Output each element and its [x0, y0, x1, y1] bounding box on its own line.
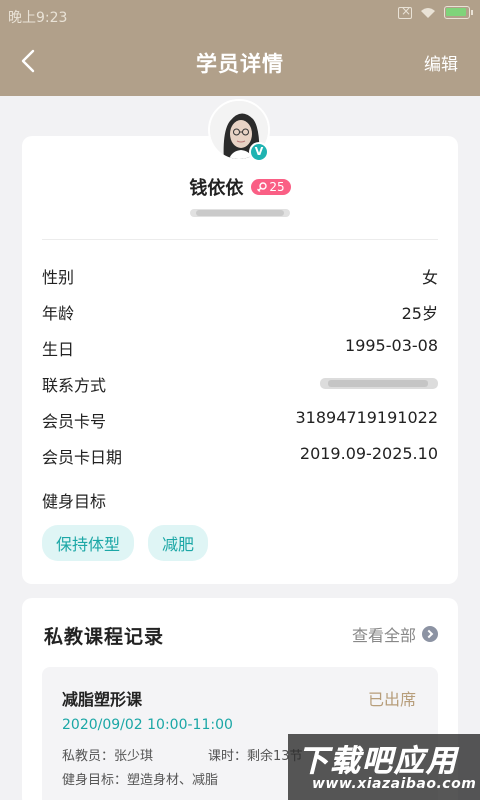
watermark-main-text: 下载吧应用 — [298, 744, 458, 780]
header-bar: 晚上9:23 学员详情 编辑 — [0, 0, 480, 96]
goal-tag: 减肥 — [148, 525, 209, 561]
wifi-icon — [421, 7, 435, 18]
gender-age-badge: 25 — [251, 179, 291, 195]
info-row-card-date: 会员卡日期 2019.09-2025.10 — [42, 444, 438, 468]
view-all-link[interactable]: 查看全部 — [352, 622, 438, 646]
info-row-birthday: 生日 1995-03-08 — [42, 336, 438, 360]
status-bar: 晚上9:23 — [0, 0, 480, 30]
card-number-value: 31894719191022 — [295, 408, 438, 427]
edit-button[interactable]: 编辑 — [424, 50, 458, 75]
profile-card: 钱依依 25 性别 女 年龄 25岁 生日 1995-03-08 联系方式 会员… — [22, 136, 458, 584]
divider — [42, 239, 438, 240]
info-row-card-number: 会员卡号 31894719191022 — [42, 408, 438, 432]
status-icons — [398, 4, 473, 19]
female-icon — [257, 182, 268, 192]
birthday-value: 1995-03-08 — [345, 336, 438, 355]
coach-name: 私教员：张少琪 — [62, 749, 154, 764]
age-badge-text: 25 — [269, 180, 285, 194]
blurred-account-id — [190, 209, 290, 217]
verified-badge: V — [249, 142, 269, 162]
watermark-logo: 下载吧应用 www.xiazaibao.com — [288, 734, 480, 800]
student-name: 钱依依 — [189, 178, 244, 199]
page-title: 学员详情 — [196, 52, 284, 76]
info-row-gender: 性别 女 — [42, 264, 438, 288]
contact-label: 联系方式 — [42, 376, 107, 395]
fitness-goal-title: 健身目标 — [42, 492, 107, 511]
birthday-label: 生日 — [42, 340, 75, 359]
gender-label: 性别 — [42, 268, 75, 287]
name-row: 钱依依 25 — [22, 174, 458, 200]
watermark-url: www.xiazaibao.com — [312, 776, 477, 792]
age-label: 年龄 — [42, 304, 75, 323]
view-all-label: 查看全部 — [351, 626, 416, 645]
status-time: 晚上9:23 — [8, 10, 68, 26]
chevron-right-icon — [422, 626, 438, 642]
course-name: 减脂塑形课 — [62, 690, 143, 709]
attendance-status: 已出席 — [367, 690, 416, 709]
card-number-label: 会员卡号 — [42, 412, 107, 431]
age-value: 25岁 — [401, 304, 438, 323]
info-row-age: 年龄 25岁 — [42, 300, 438, 324]
section-title: 私教课程记录 — [44, 626, 165, 648]
info-row-contact: 联系方式 — [42, 372, 438, 396]
course-time: 2020/09/02 10:00-11:00 — [62, 717, 233, 733]
goal-tags: 保持体型 减肥 — [42, 525, 209, 561]
battery-icon — [444, 6, 473, 19]
course-goals: 健身目标：塑造身材、减脂 — [62, 773, 219, 788]
blurred-phone-number[interactable] — [320, 377, 438, 390]
sim-icon — [398, 4, 412, 19]
card-date-value: 2019.09-2025.10 — [299, 444, 438, 463]
card-date-label: 会员卡日期 — [42, 448, 123, 467]
goal-tag: 保持体型 — [42, 525, 135, 561]
gender-value: 女 — [421, 268, 438, 287]
